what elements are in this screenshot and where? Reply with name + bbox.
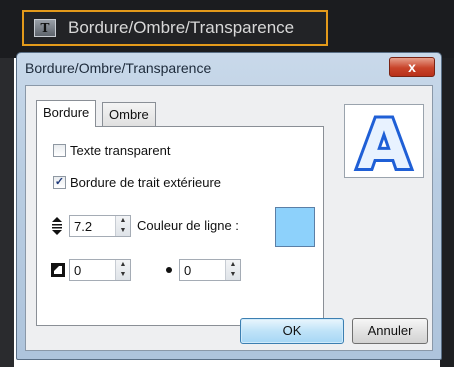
- corner-value: 0: [74, 262, 82, 278]
- preview-letter: A: [358, 106, 411, 177]
- line-width-icon: [52, 217, 62, 235]
- spin-up-icon[interactable]: ▲: [226, 260, 240, 270]
- outer-border-row[interactable]: ✓ Bordure de trait extérieure: [53, 175, 221, 190]
- tab-label: Bordure: [43, 105, 90, 120]
- dialog-titlebar[interactable]: Bordure/Ombre/Transparence x: [17, 53, 441, 83]
- corner-stepper[interactable]: 0 ▲ ▼: [69, 259, 131, 281]
- corner-arrows[interactable]: ▲ ▼: [115, 260, 130, 280]
- cancel-button[interactable]: Annuler: [352, 318, 428, 344]
- preview-letter-image: A: [355, 103, 414, 188]
- tab-label: Ombre: [109, 107, 149, 122]
- spin-up-icon[interactable]: ▲: [116, 216, 130, 226]
- outer-border-checkbox[interactable]: ✓: [53, 176, 66, 189]
- ok-button[interactable]: OK: [240, 318, 344, 344]
- transparent-text-row[interactable]: Texte transparent: [53, 143, 170, 158]
- spin-up-icon[interactable]: ▲: [116, 260, 130, 270]
- dot-stepper[interactable]: 0 ▲ ▼: [179, 259, 241, 281]
- spin-down-icon[interactable]: ▼: [116, 226, 130, 236]
- line-color-swatch[interactable]: [275, 207, 315, 247]
- dot-icon: [166, 267, 172, 273]
- cancel-label: Annuler: [367, 323, 413, 338]
- ok-label: OK: [282, 323, 302, 338]
- dot-value: 0: [184, 262, 192, 278]
- tab-ombre[interactable]: Ombre: [102, 102, 156, 126]
- spin-down-icon[interactable]: ▼: [116, 270, 130, 280]
- tab-panel-bordure: Texte transparent ✓ Bordure de trait ext…: [36, 126, 324, 326]
- spin-down-icon[interactable]: ▼: [226, 270, 240, 280]
- app-background-left: [0, 58, 14, 367]
- preview-box: A: [344, 103, 424, 188]
- dot-arrows[interactable]: ▲ ▼: [225, 260, 240, 280]
- close-icon: x: [408, 59, 416, 75]
- taskbar-item-title: Bordure/Ombre/Transparence: [68, 18, 295, 37]
- app-background-right: [440, 58, 454, 367]
- dialog-client-area: Bordure Ombre Texte transparent ✓ Bordur…: [25, 85, 433, 351]
- line-width-arrows[interactable]: ▲ ▼: [115, 216, 130, 236]
- taskbar-item-bordure-ombre[interactable]: T Bordure/Ombre/Transparence: [22, 10, 328, 46]
- transparent-text-checkbox[interactable]: [53, 144, 66, 157]
- close-button[interactable]: x: [389, 57, 435, 77]
- line-width-stepper[interactable]: 7.2 ▲ ▼: [69, 215, 131, 237]
- text-tool-icon: T: [34, 19, 56, 37]
- outer-border-label: Bordure de trait extérieure: [70, 175, 222, 190]
- transparent-text-label: Texte transparent: [70, 143, 171, 158]
- tab-bordure[interactable]: Bordure: [36, 100, 97, 127]
- border-shadow-dialog: Bordure/Ombre/Transparence x Bordure Omb…: [16, 52, 442, 360]
- line-width-value: 7.2: [74, 218, 93, 234]
- dialog-title: Bordure/Ombre/Transparence: [25, 60, 212, 76]
- line-color-label: Couleur de ligne :: [137, 218, 239, 233]
- corner-style-icon: [51, 263, 65, 277]
